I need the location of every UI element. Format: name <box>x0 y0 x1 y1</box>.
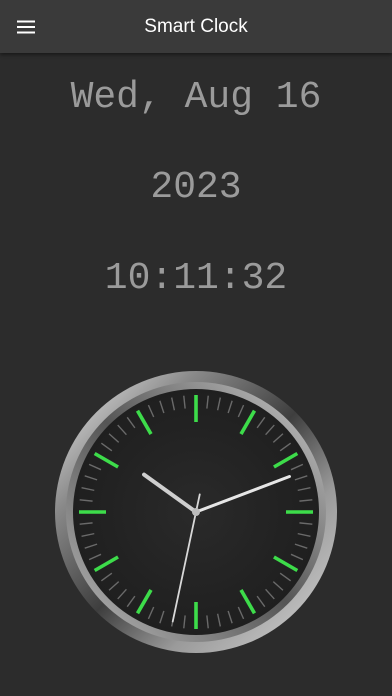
app-title: Smart Clock <box>144 16 248 37</box>
clock-center-hub <box>192 508 200 516</box>
app-screen: Smart Clock Wed, Aug 16 2023 10:11:32 <box>0 0 392 696</box>
top-app-bar: Smart Clock <box>0 0 392 53</box>
year-display: 2023 <box>150 166 242 209</box>
date-display: Wed, Aug 16 <box>70 76 322 119</box>
analog-clock <box>55 371 337 653</box>
digital-time-display: 10:11:32 <box>104 257 288 300</box>
